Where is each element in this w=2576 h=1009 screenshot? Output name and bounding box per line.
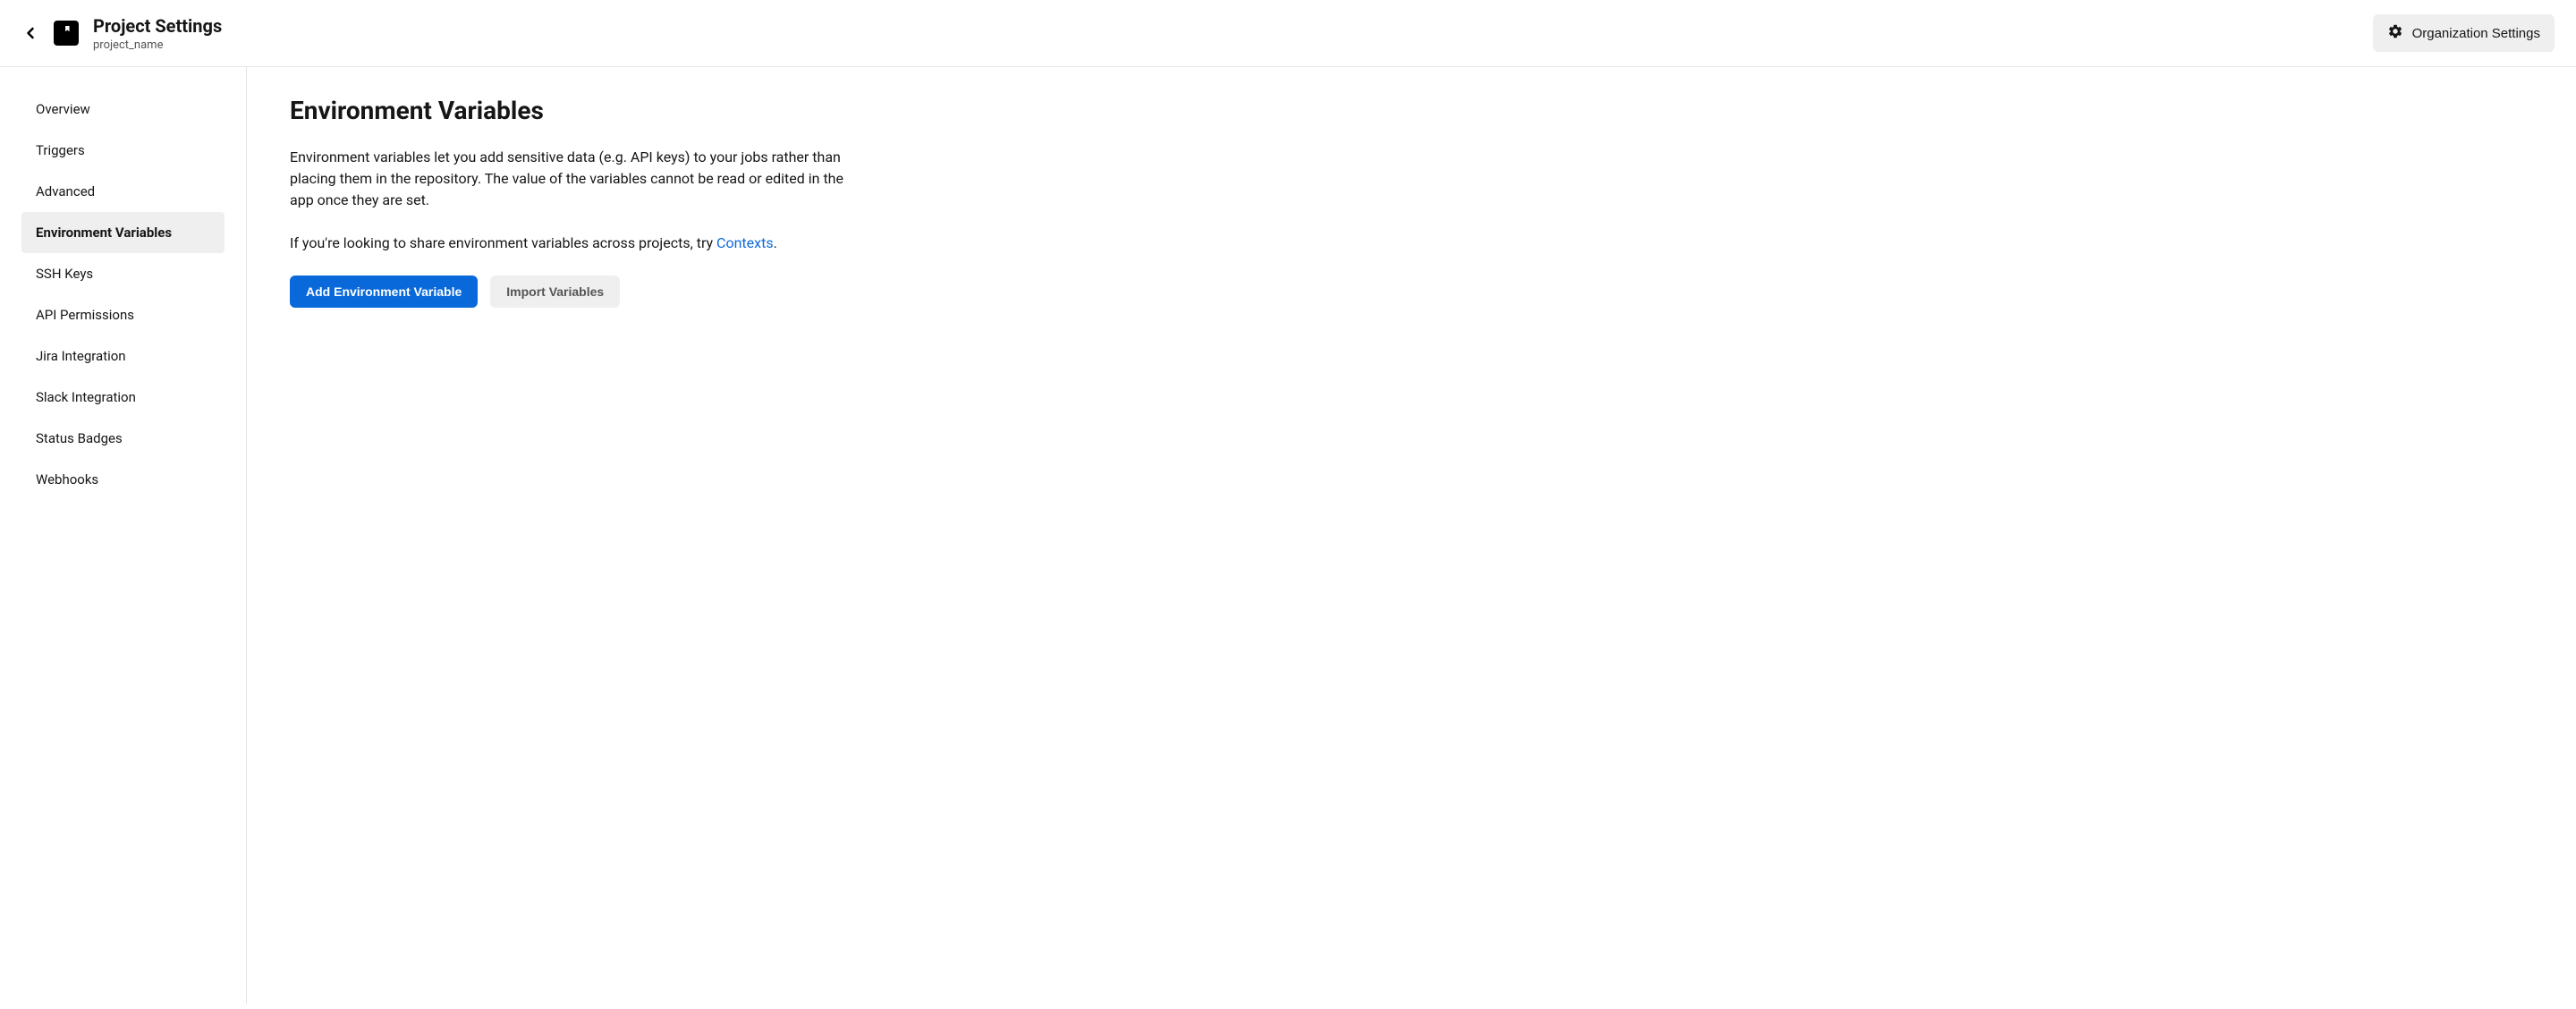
- share-contexts-text: If you're looking to share environment v…: [290, 233, 937, 254]
- sidebar-item-ssh-keys[interactable]: SSH Keys: [21, 253, 225, 294]
- sidebar-item-jira-integration[interactable]: Jira Integration: [21, 335, 225, 377]
- sidebar-item-webhooks[interactable]: Webhooks: [21, 459, 225, 500]
- share-text-prefix: If you're looking to share environment v…: [290, 234, 716, 251]
- back-icon[interactable]: [21, 24, 39, 42]
- main-content: Environment Variables Environment variab…: [247, 67, 980, 1005]
- import-variables-button[interactable]: Import Variables: [490, 276, 620, 308]
- add-environment-variable-button[interactable]: Add Environment Variable: [290, 276, 478, 308]
- organization-settings-label: Organization Settings: [2412, 26, 2540, 41]
- share-text-suffix: .: [774, 234, 777, 251]
- sidebar-item-overview[interactable]: Overview: [21, 89, 225, 130]
- main-heading: Environment Variables: [290, 96, 937, 125]
- sidebar-item-api-permissions[interactable]: API Permissions: [21, 294, 225, 335]
- page-header: Project Settings project_name Organizati…: [0, 0, 2576, 67]
- sidebar-item-slack-integration[interactable]: Slack Integration: [21, 377, 225, 418]
- sidebar-item-triggers[interactable]: Triggers: [21, 130, 225, 171]
- action-button-row: Add Environment Variable Import Variable…: [290, 276, 937, 308]
- project-icon: [54, 21, 79, 46]
- sidebar-item-environment-variables[interactable]: Environment Variables: [21, 212, 225, 253]
- contexts-link[interactable]: Contexts: [716, 234, 774, 251]
- sidebar-item-advanced[interactable]: Advanced: [21, 171, 225, 212]
- sidebar-item-status-badges[interactable]: Status Badges: [21, 418, 225, 459]
- header-titles: Project Settings project_name: [93, 15, 222, 52]
- page-title: Project Settings: [93, 15, 222, 37]
- project-name: project_name: [93, 38, 222, 52]
- organization-settings-button[interactable]: Organization Settings: [2373, 14, 2555, 52]
- description-text: Environment variables let you add sensit…: [290, 147, 844, 211]
- sidebar: Overview Triggers Advanced Environment V…: [0, 67, 247, 1005]
- content-container: Overview Triggers Advanced Environment V…: [0, 67, 2576, 1005]
- header-left: Project Settings project_name: [21, 15, 222, 52]
- gear-icon: [2387, 23, 2403, 43]
- sidebar-list: Overview Triggers Advanced Environment V…: [0, 89, 246, 500]
